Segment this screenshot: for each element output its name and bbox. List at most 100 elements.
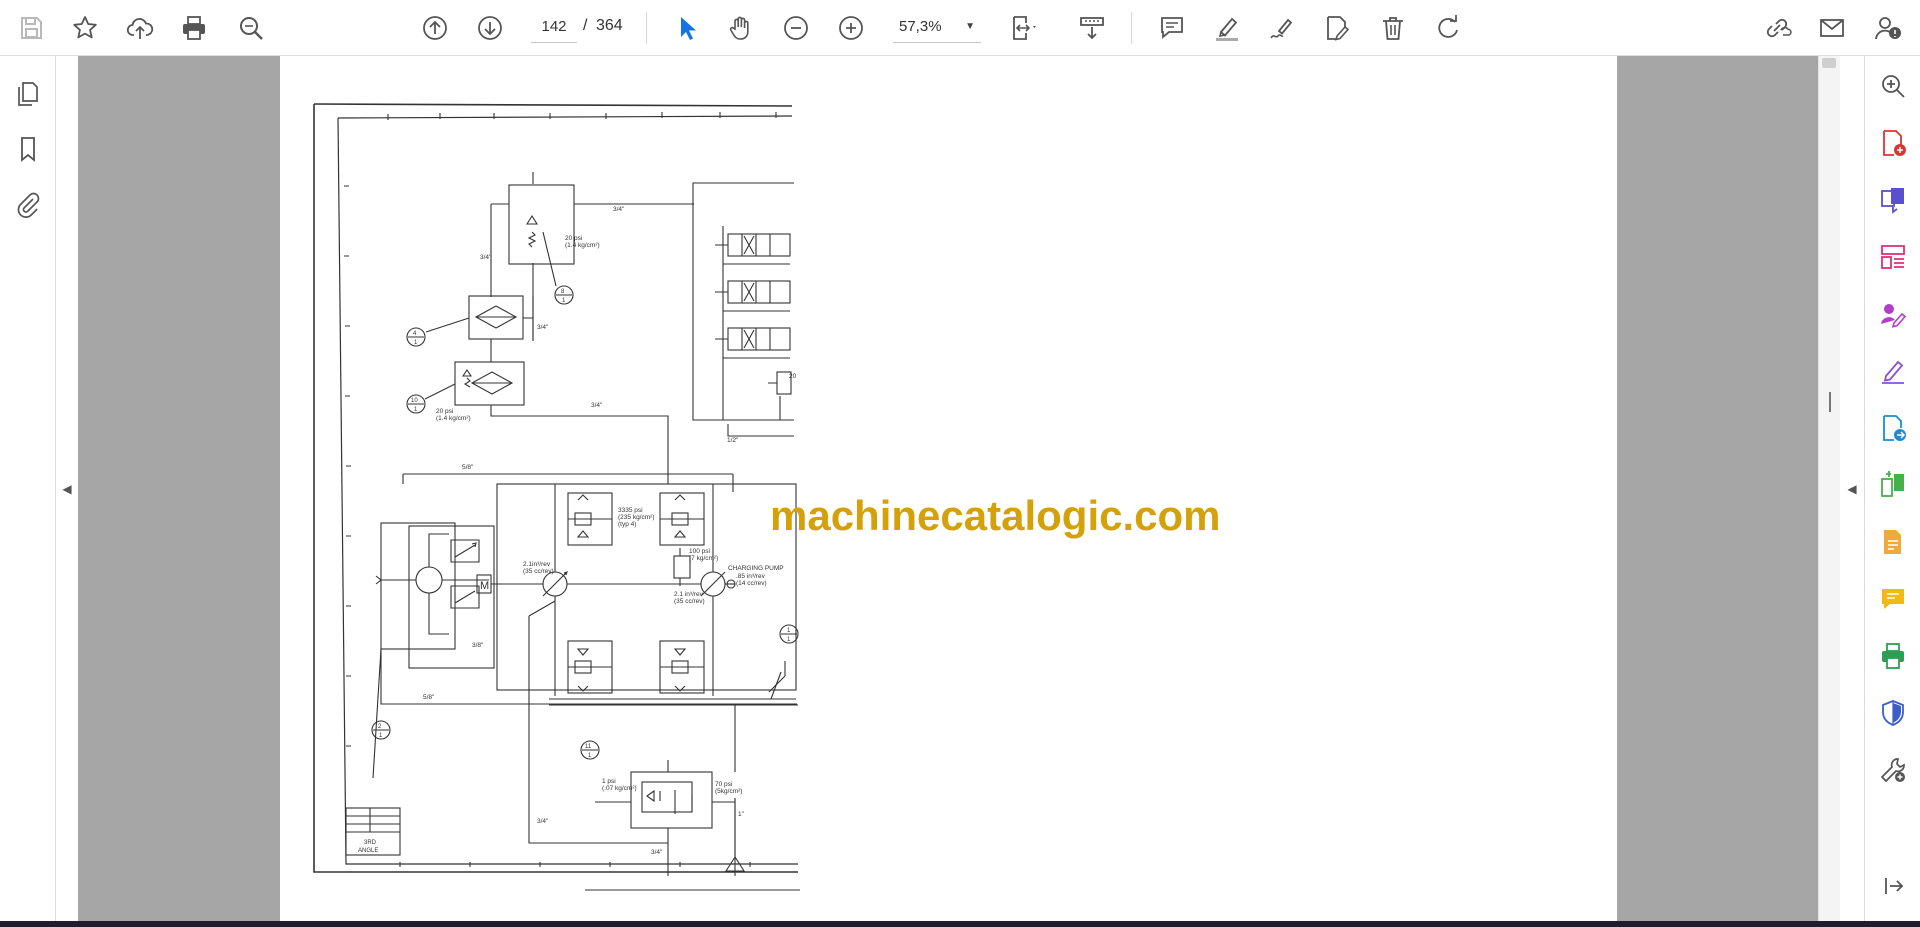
collapse-right-pane-icon[interactable]: ◀	[1840, 56, 1864, 921]
more-tools-icon[interactable]	[1873, 750, 1913, 790]
callout-number: 1	[588, 753, 592, 759]
comment-tool-icon[interactable]	[1873, 579, 1913, 619]
compare-files-icon[interactable]	[1873, 465, 1913, 505]
displacement-label: (14 cc/rev)	[736, 580, 767, 587]
scroll-mode-icon[interactable]	[1072, 8, 1112, 48]
pipe-size-label: 3/4"	[537, 324, 549, 331]
pipe-size-label: 3/4"	[613, 206, 625, 213]
pressure-label: 3335 psi	[618, 507, 643, 514]
displacement-label: (35 cc/rev)	[523, 568, 554, 575]
previous-page-icon[interactable]	[415, 8, 455, 48]
callout-number: 1	[562, 298, 566, 304]
document-viewport[interactable]: ◀ 3/4" 3/4" 3/4" 3/4" 3/4" 3/4" 1/2" 5/8…	[56, 56, 1818, 921]
callout-number: 11	[585, 744, 592, 750]
cloud-upload-icon[interactable]	[120, 8, 160, 48]
toolbar-divider	[646, 12, 647, 44]
pressure-label: 70 psi	[715, 781, 732, 788]
next-page-icon[interactable]	[470, 8, 510, 48]
bookmark-star-icon[interactable]	[65, 8, 105, 48]
callout-number: 2	[378, 724, 382, 730]
title-block-label: ANGLE	[358, 848, 378, 854]
draw-icon[interactable]	[1262, 8, 1302, 48]
pipe-size-label: 5/8"	[423, 694, 435, 701]
zoom-out-icon[interactable]	[776, 8, 816, 48]
email-icon[interactable]	[1812, 8, 1852, 48]
callout-number: 4	[413, 331, 417, 337]
pressure-label: (typ 4)	[618, 521, 636, 528]
charging-pump-label: CHARGING PUMP	[728, 565, 784, 572]
rotate-icon[interactable]	[1428, 8, 1468, 48]
bookmarks-icon[interactable]	[8, 129, 48, 169]
displacement-label: 2.1in³/rev	[523, 561, 551, 568]
page-thumbnails-icon[interactable]	[8, 74, 48, 114]
fill-and-sign-icon[interactable]	[1873, 351, 1913, 391]
print-production-icon[interactable]	[1873, 636, 1913, 676]
callout-number: 10	[411, 398, 418, 404]
title-block-label: 3RD	[364, 840, 377, 846]
print-icon[interactable]	[174, 8, 214, 48]
select-cursor-icon[interactable]	[667, 8, 707, 48]
vertical-scrollbar[interactable]	[1818, 56, 1840, 921]
fit-page-icon[interactable]	[1003, 8, 1043, 48]
delete-icon[interactable]	[1373, 8, 1413, 48]
pipe-size-label: 3/4"	[537, 818, 549, 825]
pressure-label: 20	[789, 373, 797, 380]
pressure-label: 20 psi	[565, 235, 582, 242]
displacement-label: (35 cc/rev)	[674, 598, 705, 605]
combine-files-icon[interactable]	[1873, 180, 1913, 220]
account-icon[interactable]	[1867, 8, 1907, 48]
page-background-left	[78, 56, 280, 921]
scrollbar-thumb[interactable]	[1822, 58, 1836, 68]
watermark-text: machinecatalogic.com	[770, 492, 1221, 539]
toolbar-divider	[1131, 12, 1132, 44]
fill-sign-icon[interactable]	[1317, 8, 1357, 48]
pdf-page: 3/4" 3/4" 3/4" 3/4" 3/4" 3/4" 1/2" 5/8" …	[280, 56, 1617, 921]
pipe-size-label: 3/4"	[651, 849, 663, 856]
pipe-size-label: 3/4"	[591, 402, 603, 409]
pipe-size-label: 5/8"	[462, 464, 474, 471]
right-tools-pane	[1864, 56, 1920, 921]
pipe-size-label: 3/4"	[480, 254, 492, 261]
create-pdf-icon[interactable]	[1873, 123, 1913, 163]
callout-number: 1	[379, 733, 383, 739]
export-pdf-icon[interactable]	[1873, 408, 1913, 448]
hand-pan-icon[interactable]	[721, 8, 761, 48]
comment-icon[interactable]	[1152, 8, 1192, 48]
share-link-icon[interactable]	[1757, 8, 1797, 48]
callout-number: 1	[414, 407, 418, 413]
pressure-label: (7 kg/cm²)	[689, 555, 718, 562]
pressure-label: (235 kg/cm²)	[618, 514, 654, 521]
request-signatures-icon[interactable]	[1873, 294, 1913, 334]
displacement-label: 2.1 in³/rev	[674, 591, 704, 598]
pressure-label: (1.4 kg/cm²)	[565, 242, 600, 249]
collapse-left-pane-icon[interactable]: ◀	[56, 56, 78, 921]
displacement-label: .85 in³/rev	[736, 573, 766, 580]
search-icon[interactable]	[231, 8, 271, 48]
callout-number: 1	[787, 637, 791, 643]
pressure-label: 20 psi	[436, 408, 453, 415]
scrollbar-grip[interactable]	[1829, 392, 1831, 412]
protect-icon[interactable]	[1873, 693, 1913, 733]
organize-pages-icon[interactable]	[1873, 237, 1913, 277]
expand-pane-icon[interactable]	[1873, 866, 1913, 906]
pdf-reader-window: / 364 57,3% ▼	[0, 0, 1920, 927]
save-icon[interactable]	[11, 8, 51, 48]
highlight-icon[interactable]	[1207, 8, 1247, 48]
pressure-label: (1.4 kg/cm²)	[436, 415, 471, 422]
edit-pdf-icon[interactable]	[1873, 522, 1913, 562]
pressure-label: (5kg/cm²)	[715, 788, 742, 795]
zoom-level-dropdown[interactable]: 57,3% ▼	[893, 11, 981, 43]
callout-number: 1	[414, 340, 418, 346]
callout-number: 1	[787, 628, 791, 634]
page-background-right	[1617, 56, 1818, 921]
chevron-down-icon: ▼	[965, 21, 975, 32]
pipe-size-label: 3/8"	[472, 642, 484, 649]
attachments-icon[interactable]	[8, 184, 48, 224]
top-toolbar: / 364 57,3% ▼	[0, 0, 1920, 56]
page-number-input[interactable]	[531, 11, 577, 43]
zoom-in-icon[interactable]	[831, 8, 871, 48]
pressure-label: 1 psi	[602, 778, 616, 785]
search-zoom-icon[interactable]	[1873, 66, 1913, 106]
zoom-value: 57,3%	[899, 18, 942, 35]
callout-number: 8	[561, 289, 565, 295]
